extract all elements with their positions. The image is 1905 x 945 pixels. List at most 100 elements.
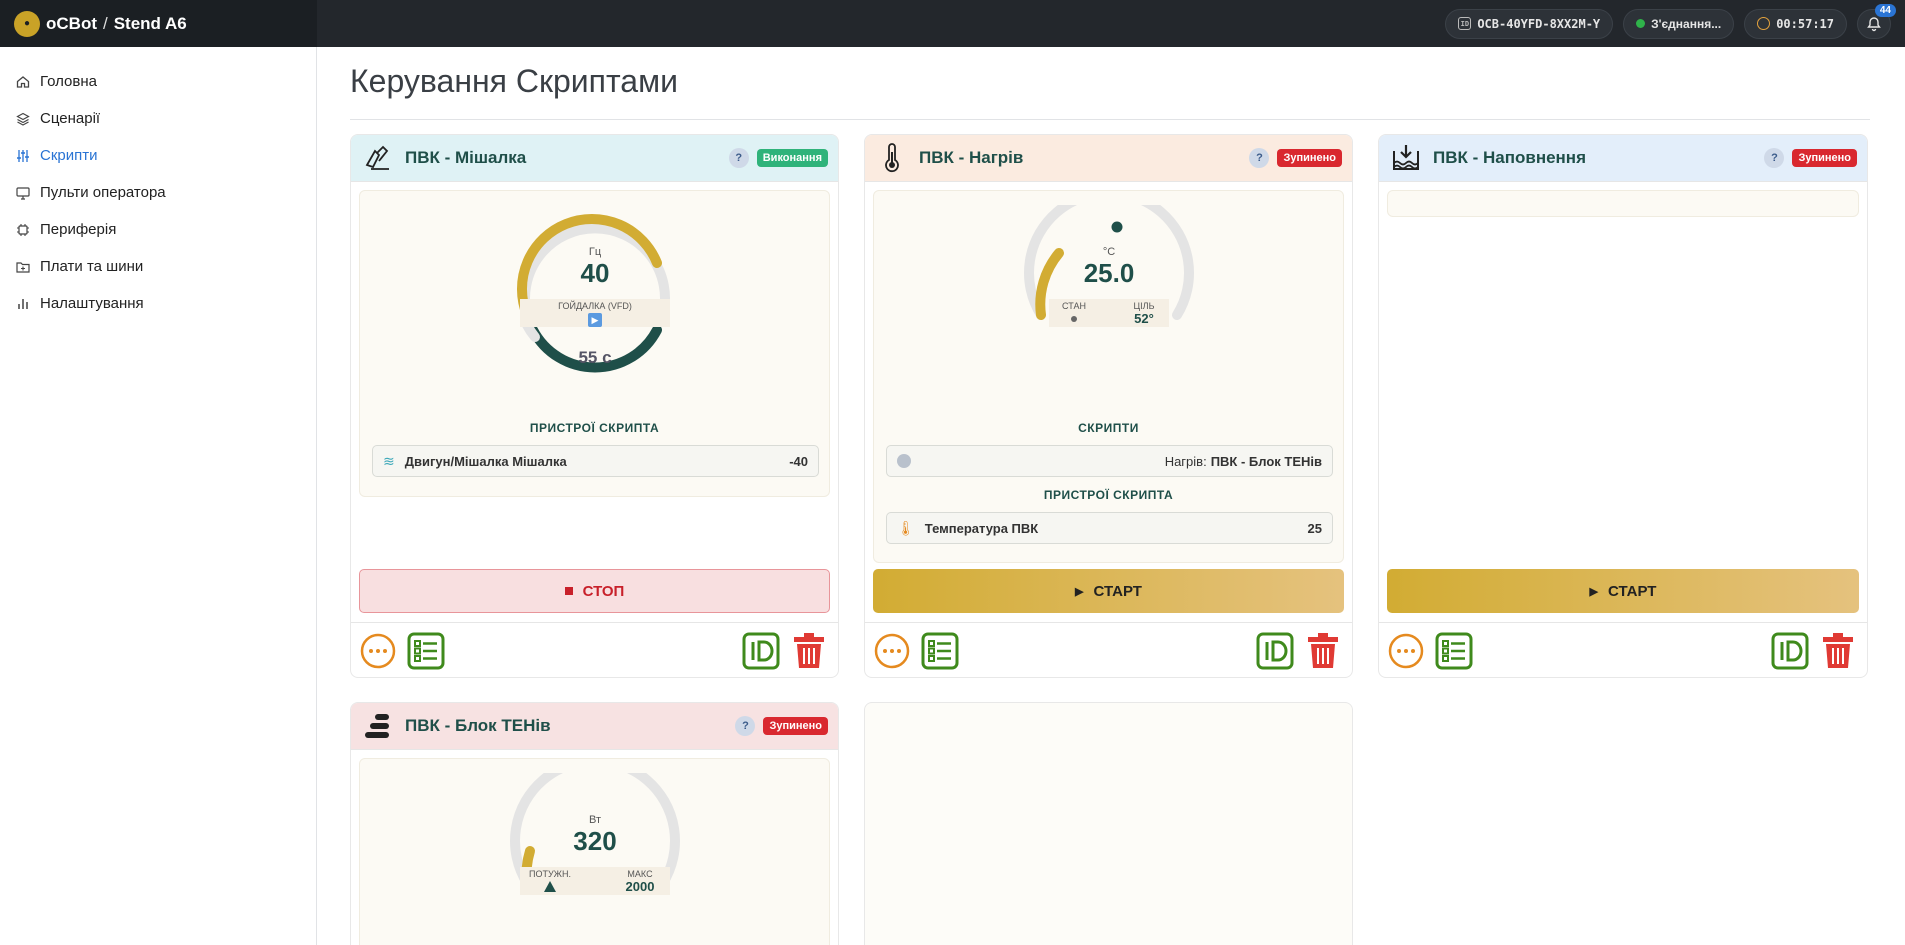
device-id: OCB-40YFD-8XX2M-Y — [1477, 16, 1601, 31]
sidebar-item-label: Пульти оператора — [40, 184, 166, 201]
sidebar-item-peripherals[interactable]: Периферія — [0, 211, 316, 248]
linked-script-prefix: Нагрів: — [1164, 453, 1207, 469]
linked-script-row[interactable]: Нагрів: ПВК - Блок ТЕНів — [886, 445, 1333, 477]
device-name: Двигун/Мішалка Мішалка — [404, 453, 567, 469]
notifications-button[interactable]: 44 — [1857, 3, 1896, 39]
mode-label: ГОЙДАЛКА (VFD) — [558, 301, 632, 311]
brand-name: oCBot — [46, 13, 97, 33]
sidebar-item-label: Головна — [40, 73, 97, 90]
top-bar: ● oCBot / Stend A6 ID OCB-40YFD-8XX2M-Y … — [0, 0, 1905, 47]
chip-icon — [17, 223, 29, 236]
gauge-value: 320 — [573, 826, 617, 856]
sidebar-item-label: Периферія — [40, 221, 117, 238]
connection-status: З'єднання... — [1651, 16, 1722, 31]
power-label: ПОТУЖН. — [529, 869, 571, 879]
help-button[interactable]: ? — [728, 148, 749, 168]
timer-pill[interactable]: 00:57:17 — [1744, 8, 1847, 39]
card-footer — [1379, 622, 1867, 677]
id-button[interactable] — [742, 632, 780, 670]
main-content: Керування Скриптами — [350, 47, 1870, 136]
card-title: ПВК - Нагрів — [919, 148, 1024, 167]
trash-icon — [794, 632, 824, 668]
state-strip: СТАН ЦІЛЬ 52° — [1049, 299, 1169, 327]
status-badge: Виконання — [756, 149, 828, 167]
devices-label: ПРИСТРОЇ СКРИПТА — [529, 421, 660, 435]
brand[interactable]: ● oCBot / Stend A6 — [0, 0, 317, 47]
brand-separator: / — [102, 13, 108, 33]
script-card-mixer: ПВК - Мішалка ? Виконання Гц 40 ГОЙДАЛКА… — [350, 134, 839, 678]
ellipsis-circle-icon — [1388, 633, 1424, 668]
start-button[interactable]: ▶ СТАРТ — [873, 569, 1344, 613]
delete-button[interactable] — [1304, 632, 1342, 670]
start-label: СТАРТ — [1607, 582, 1657, 600]
device-row[interactable]: 🌡 Температура ПВК 25 — [886, 512, 1333, 544]
help-button[interactable]: ? — [1764, 148, 1785, 168]
filling-panel — [1387, 190, 1859, 217]
sidebar-item-scenarios[interactable]: Сценарії — [0, 100, 316, 137]
more-button[interactable] — [1387, 632, 1425, 670]
gauge-unit: °C — [1102, 246, 1116, 258]
devices-label: ПРИСТРОЇ СКРИПТА — [1043, 488, 1174, 502]
start-button[interactable]: ▶ СТАРТ — [1387, 569, 1859, 613]
card-header: ПВК - Нагрів ? Зупинено — [865, 135, 1352, 182]
sidebar-item-label: Сценарії — [40, 110, 101, 127]
status-badge: Зупинено — [763, 717, 828, 735]
gauge-unit: Вт — [588, 814, 601, 826]
more-button[interactable] — [873, 632, 911, 670]
more-button[interactable] — [359, 632, 397, 670]
power-strip: ПОТУЖН. МАКС 2000 — [520, 867, 670, 895]
id-card-icon: ID — [1458, 17, 1472, 30]
id-icon — [1256, 632, 1294, 669]
help-button[interactable]: ? — [735, 716, 756, 736]
help-button[interactable]: ? — [1249, 148, 1270, 168]
list-icon — [1435, 632, 1473, 669]
card-title: ПВК - Наповнення — [1433, 148, 1586, 167]
sidebar-item-settings[interactable]: Налаштування — [0, 285, 316, 322]
target-value: 52° — [1134, 311, 1154, 326]
bar-chart-icon — [18, 298, 28, 309]
stop-label: СТОП — [582, 582, 625, 600]
id-button[interactable] — [1256, 632, 1294, 670]
scripts-label: СКРИПТИ — [1078, 421, 1139, 435]
heater-stack-icon — [363, 711, 393, 741]
linked-script-name: ПВК - Блок ТЕНів — [1210, 453, 1322, 469]
title-divider — [350, 119, 1870, 120]
sidebar-item-label: Налаштування — [40, 295, 144, 312]
details-button[interactable] — [921, 632, 959, 670]
play-icon: ▶ — [1075, 585, 1084, 598]
device-value: -40 — [789, 453, 808, 469]
temperature-device-icon: 🌡 — [897, 519, 915, 536]
id-icon — [1771, 632, 1809, 669]
delete-button[interactable] — [790, 632, 828, 670]
gauge-readout: Вт 320 — [505, 814, 685, 857]
ellipsis-circle-icon — [360, 633, 396, 668]
card-footer — [865, 622, 1352, 677]
sidebar-item-boards-buses[interactable]: Плати та шини — [0, 248, 316, 285]
mixer-device-icon: ≋ — [383, 452, 395, 469]
mixer-icon — [363, 143, 393, 173]
status-badge: Зупинено — [1277, 149, 1342, 167]
connection-pill[interactable]: З'єднання... — [1623, 8, 1735, 39]
heating-panel: °C 25.0 СТАН ЦІЛЬ 52° СКРИПТИ Нагрів: ПВ… — [873, 190, 1344, 563]
script-card-heaters: ПВК - Блок ТЕНів ? Зупинено Вт 320 ПОТУЖ… — [350, 702, 839, 945]
card-title: ПВК - Мішалка — [405, 148, 527, 167]
sidebar-item-home[interactable]: Головна — [0, 63, 316, 100]
trash-icon — [1308, 632, 1338, 668]
stop-button[interactable]: СТОП — [359, 569, 830, 613]
tank-fill-icon — [1391, 143, 1421, 173]
script-card-filling: ПВК - Наповнення ? Зупинено ▶ СТАРТ — [1378, 134, 1868, 678]
card-footer — [351, 622, 838, 677]
state-dot-icon — [1071, 316, 1077, 322]
script-card-placeholder — [864, 702, 1353, 945]
details-button[interactable] — [407, 632, 445, 670]
device-row[interactable]: ≋ Двигун/Мішалка Мішалка -40 — [372, 445, 819, 477]
details-button[interactable] — [1435, 632, 1473, 670]
id-button[interactable] — [1771, 632, 1809, 670]
device-value: 25 — [1307, 520, 1322, 536]
sidebar-item-scripts[interactable]: Скрипти — [0, 137, 316, 174]
heaters-panel: Вт 320 ПОТУЖН. МАКС 2000 — [359, 758, 830, 945]
sidebar-item-operator-panels[interactable]: Пульти оператора — [0, 174, 316, 211]
device-id-pill[interactable]: ID OCB-40YFD-8XX2M-Y — [1445, 8, 1614, 39]
delete-button[interactable] — [1819, 632, 1857, 670]
timer-value: 00:57:17 — [1776, 16, 1834, 31]
